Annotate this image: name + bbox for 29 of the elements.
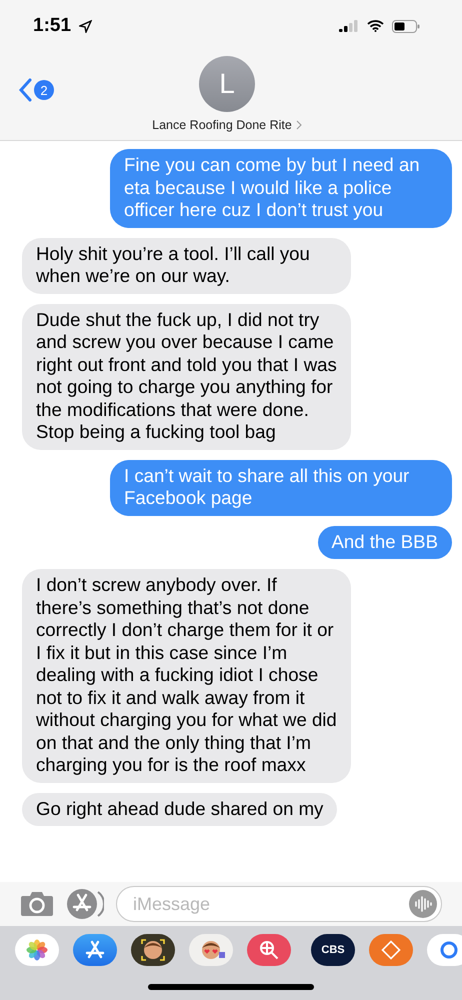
received-message: Go right ahead dude shared on my [22, 792, 338, 826]
audio-message-icon[interactable] [409, 890, 437, 918]
cbs-app-icon[interactable]: CBS [311, 934, 355, 966]
signal-icon [339, 20, 359, 32]
received-message: Dude shut the fuck up, I did not try and screw you over because I came right out front and told you that I was not going to charge you anything for the modifications that were done. Stop being a fucking tool bag [22, 304, 351, 450]
back-chevron-icon[interactable] [18, 78, 32, 102]
back-button[interactable]: 2 [18, 78, 54, 102]
photos-app-icon[interactable] [15, 934, 59, 966]
message-field[interactable]: iMessage [116, 886, 442, 922]
battery-icon [392, 20, 420, 32]
sent-message: And the BBB [318, 526, 452, 559]
camera-icon[interactable] [20, 891, 54, 917]
image-search-icon[interactable] [247, 934, 291, 966]
app-store-icon[interactable] [66, 888, 104, 920]
sent-message: Fine you can come by but I need an eta because I would like a police officer here cuz I don’t trust you [110, 149, 452, 228]
memoji-app-icon[interactable] [131, 934, 175, 966]
app-store-icon[interactable] [73, 934, 117, 966]
chevron-right-icon[interactable] [296, 120, 302, 130]
store-app-icon[interactable] [369, 934, 413, 966]
received-message: Holy shit you’re a tool. I’ll call you when we’re on our way. [22, 238, 351, 294]
sent-message: I can’t wait to share all this on your Facebook page [110, 460, 452, 516]
location-arrow-icon [79, 20, 92, 32]
wifi-icon [367, 20, 384, 32]
contact-name[interactable]: Lance Roofing Done Rite [152, 118, 302, 132]
app-icon[interactable] [427, 934, 462, 966]
unread-count-badge: 2 [34, 80, 54, 100]
memoji-stickers-icon[interactable] [189, 934, 233, 966]
received-message: I don’t screw anybody over. If there’s something that’s not done correctly I don’t charge them for it or I fix it but in this case since I’m dealing with a fucking idiot I chose not to fix it and walk away from it without charging you for what we did on that and the only thing that I’m charging you for is the roof maxx [22, 569, 351, 782]
status-time: 1:51 [33, 15, 72, 37]
